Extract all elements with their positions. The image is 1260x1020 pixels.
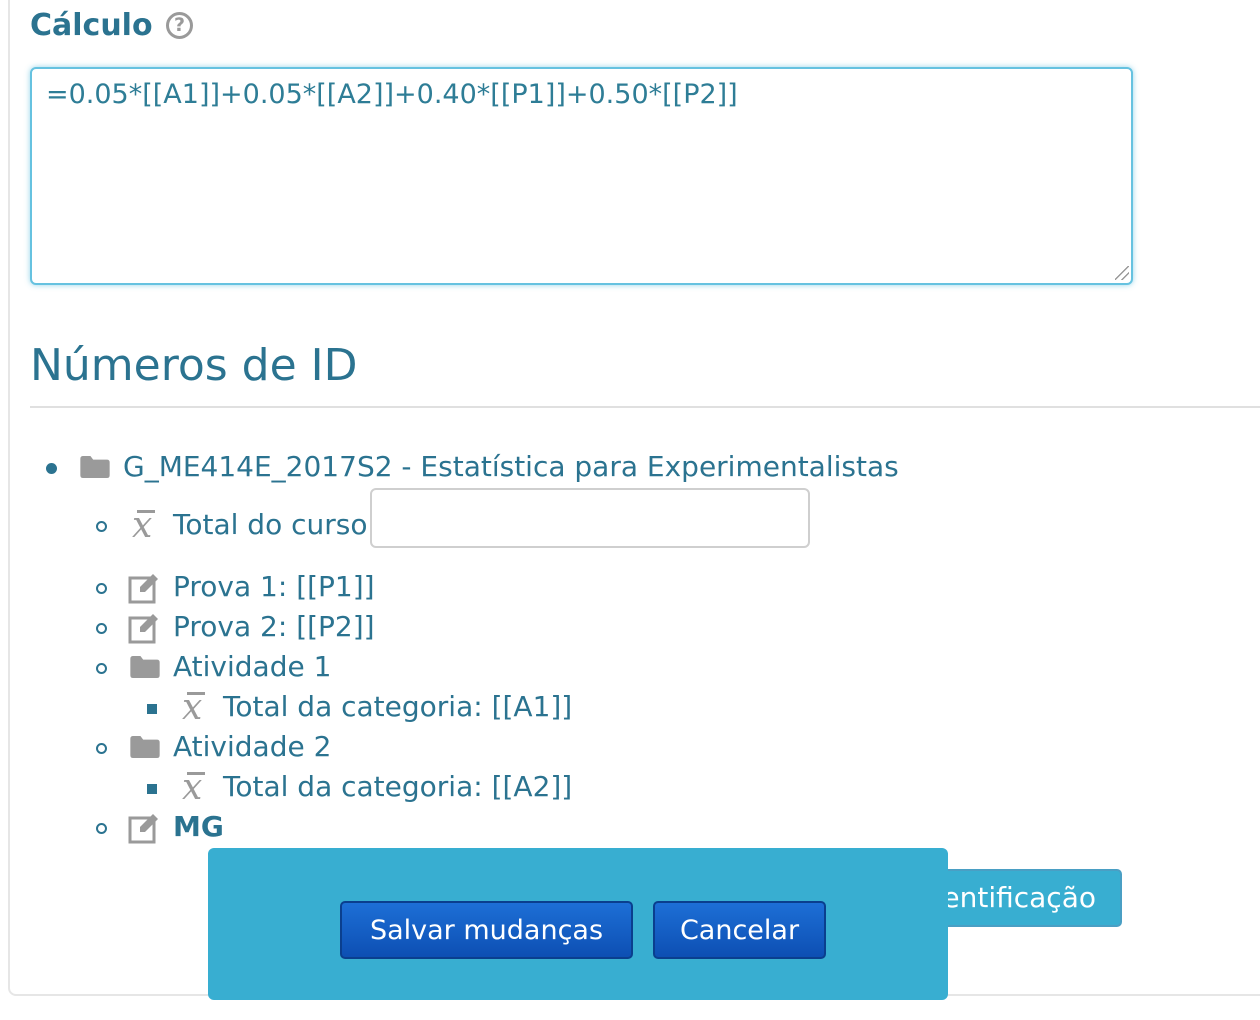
help-icon[interactable]: ?	[166, 12, 193, 39]
list-bullet	[147, 784, 157, 794]
mean-xbar-icon: x	[182, 687, 206, 728]
folder-icon	[130, 656, 160, 678]
save-changes-button[interactable]: Salvar mudanças	[340, 901, 633, 959]
category-atividade1: Atividade 1	[173, 650, 332, 683]
section-divider	[30, 406, 1260, 408]
edit-icon	[128, 574, 158, 604]
category-atividade2: Atividade 2	[173, 730, 332, 763]
mean-xbar-icon: x	[132, 505, 156, 546]
grade-item-prova2: Prova 2: [[P2]]	[173, 610, 375, 643]
mean-xbar-icon: x	[182, 767, 206, 808]
course-total-label: Total do curso	[173, 508, 368, 541]
list-bullet	[96, 583, 107, 594]
grade-item-mg: MG	[173, 810, 224, 843]
calculation-label: Cálculo	[30, 8, 153, 43]
category-total-a2: Total da categoria: [[A2]]	[223, 770, 573, 803]
folder-icon	[130, 736, 160, 758]
list-bullet	[96, 623, 107, 634]
calculation-field[interactable]: =0.05*[[A1]]+0.05*[[A2]]+0.40*[[P1]]+0.5…	[30, 67, 1133, 285]
course-category: G_ME414E_2017S2 - Estatística para Exper…	[123, 450, 899, 483]
list-bullet	[96, 743, 107, 754]
category-total-a1: Total da categoria: [[A1]]	[223, 690, 573, 723]
cancel-button[interactable]: Cancelar	[653, 901, 826, 959]
edit-icon	[128, 814, 158, 844]
folder-icon	[80, 456, 110, 478]
list-bullet	[96, 663, 107, 674]
list-bullet	[46, 463, 57, 474]
list-bullet	[147, 704, 157, 714]
list-bullet	[96, 521, 107, 532]
edit-icon	[128, 614, 158, 644]
course-total-idnumber-input[interactable]	[370, 488, 810, 548]
resize-grip-icon[interactable]	[1115, 266, 1129, 280]
grade-item-prova1: Prova 1: [[P1]]	[173, 570, 375, 603]
list-bullet	[96, 823, 107, 834]
id-numbers-heading: Números de ID	[30, 340, 358, 391]
sticky-footer: Salvar mudanças Cancelar	[208, 848, 948, 1000]
